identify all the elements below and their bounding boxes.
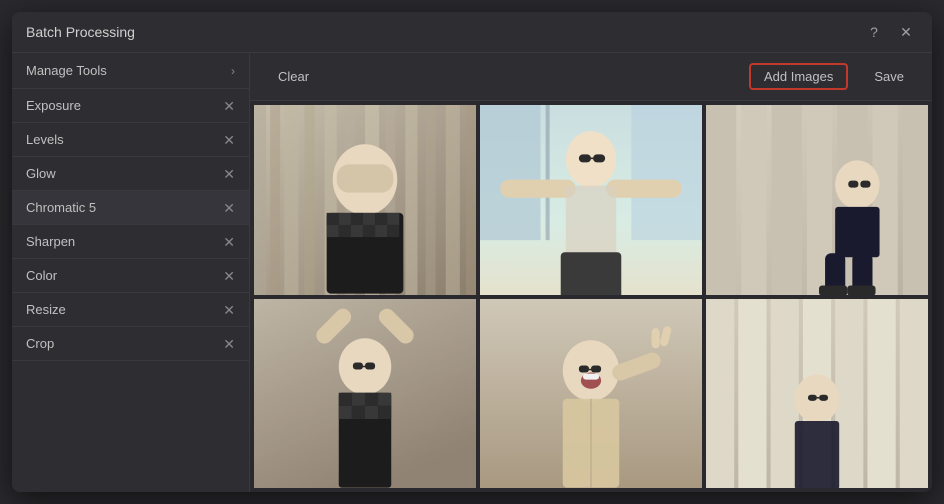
tool-label-exposure: Exposure: [26, 98, 81, 113]
remove-icon-exposure[interactable]: ✕: [223, 99, 235, 113]
tool-label-resize: Resize: [26, 302, 66, 317]
tool-item-glow[interactable]: Glow ✕: [12, 157, 249, 191]
image-grid: [250, 101, 932, 492]
remove-icon-crop[interactable]: ✕: [223, 337, 235, 351]
remove-icon-sharpen[interactable]: ✕: [223, 235, 235, 249]
add-images-button[interactable]: Add Images: [749, 63, 848, 90]
image-cell-2[interactable]: [480, 105, 702, 295]
tool-item-levels[interactable]: Levels ✕: [12, 123, 249, 157]
tool-label-color: Color: [26, 268, 57, 283]
image-cell-6[interactable]: [706, 299, 928, 489]
main-area: Clear Add Images Save: [250, 53, 932, 492]
remove-icon-levels[interactable]: ✕: [223, 133, 235, 147]
toolbar: Clear Add Images Save: [250, 53, 932, 101]
tool-label-levels: Levels: [26, 132, 64, 147]
close-button[interactable]: ✕: [894, 20, 918, 44]
content-area: Manage Tools › Exposure ✕ Levels ✕ Glow …: [12, 53, 932, 492]
tool-label-chromatic5: Chromatic 5: [26, 200, 96, 215]
title-bar: Batch Processing ? ✕: [12, 12, 932, 53]
clear-button[interactable]: Clear: [264, 64, 323, 89]
title-bar-left: Batch Processing: [26, 24, 135, 40]
tool-list: Exposure ✕ Levels ✕ Glow ✕ Chromatic 5 ✕…: [12, 89, 249, 492]
tool-label-sharpen: Sharpen: [26, 234, 75, 249]
help-button[interactable]: ?: [862, 20, 886, 44]
title-bar-right: ? ✕: [862, 20, 918, 44]
tool-item-exposure[interactable]: Exposure ✕: [12, 89, 249, 123]
chevron-right-icon: ›: [231, 64, 235, 78]
tool-label-glow: Glow: [26, 166, 56, 181]
image-cell-1[interactable]: [254, 105, 476, 295]
tool-item-sharpen[interactable]: Sharpen ✕: [12, 225, 249, 259]
remove-icon-glow[interactable]: ✕: [223, 167, 235, 181]
remove-icon-resize[interactable]: ✕: [223, 303, 235, 317]
tool-label-crop: Crop: [26, 336, 54, 351]
tool-item-chromatic5[interactable]: Chromatic 5 ✕: [12, 191, 249, 225]
image-cell-3[interactable]: [706, 105, 928, 295]
manage-tools-button[interactable]: Manage Tools ›: [12, 53, 249, 89]
help-icon: ?: [870, 24, 878, 40]
close-icon: ✕: [900, 24, 912, 41]
dialog-title: Batch Processing: [26, 24, 135, 40]
tool-item-resize[interactable]: Resize ✕: [12, 293, 249, 327]
batch-processing-dialog: Batch Processing ? ✕ Manage Tools › Expo…: [12, 12, 932, 492]
save-button[interactable]: Save: [860, 64, 918, 89]
tool-item-color[interactable]: Color ✕: [12, 259, 249, 293]
tool-item-crop[interactable]: Crop ✕: [12, 327, 249, 361]
remove-icon-color[interactable]: ✕: [223, 269, 235, 283]
sidebar: Manage Tools › Exposure ✕ Levels ✕ Glow …: [12, 53, 250, 492]
manage-tools-label: Manage Tools: [26, 63, 107, 78]
image-cell-4[interactable]: [254, 299, 476, 489]
remove-icon-chromatic5[interactable]: ✕: [223, 201, 235, 215]
image-cell-5[interactable]: [480, 299, 702, 489]
